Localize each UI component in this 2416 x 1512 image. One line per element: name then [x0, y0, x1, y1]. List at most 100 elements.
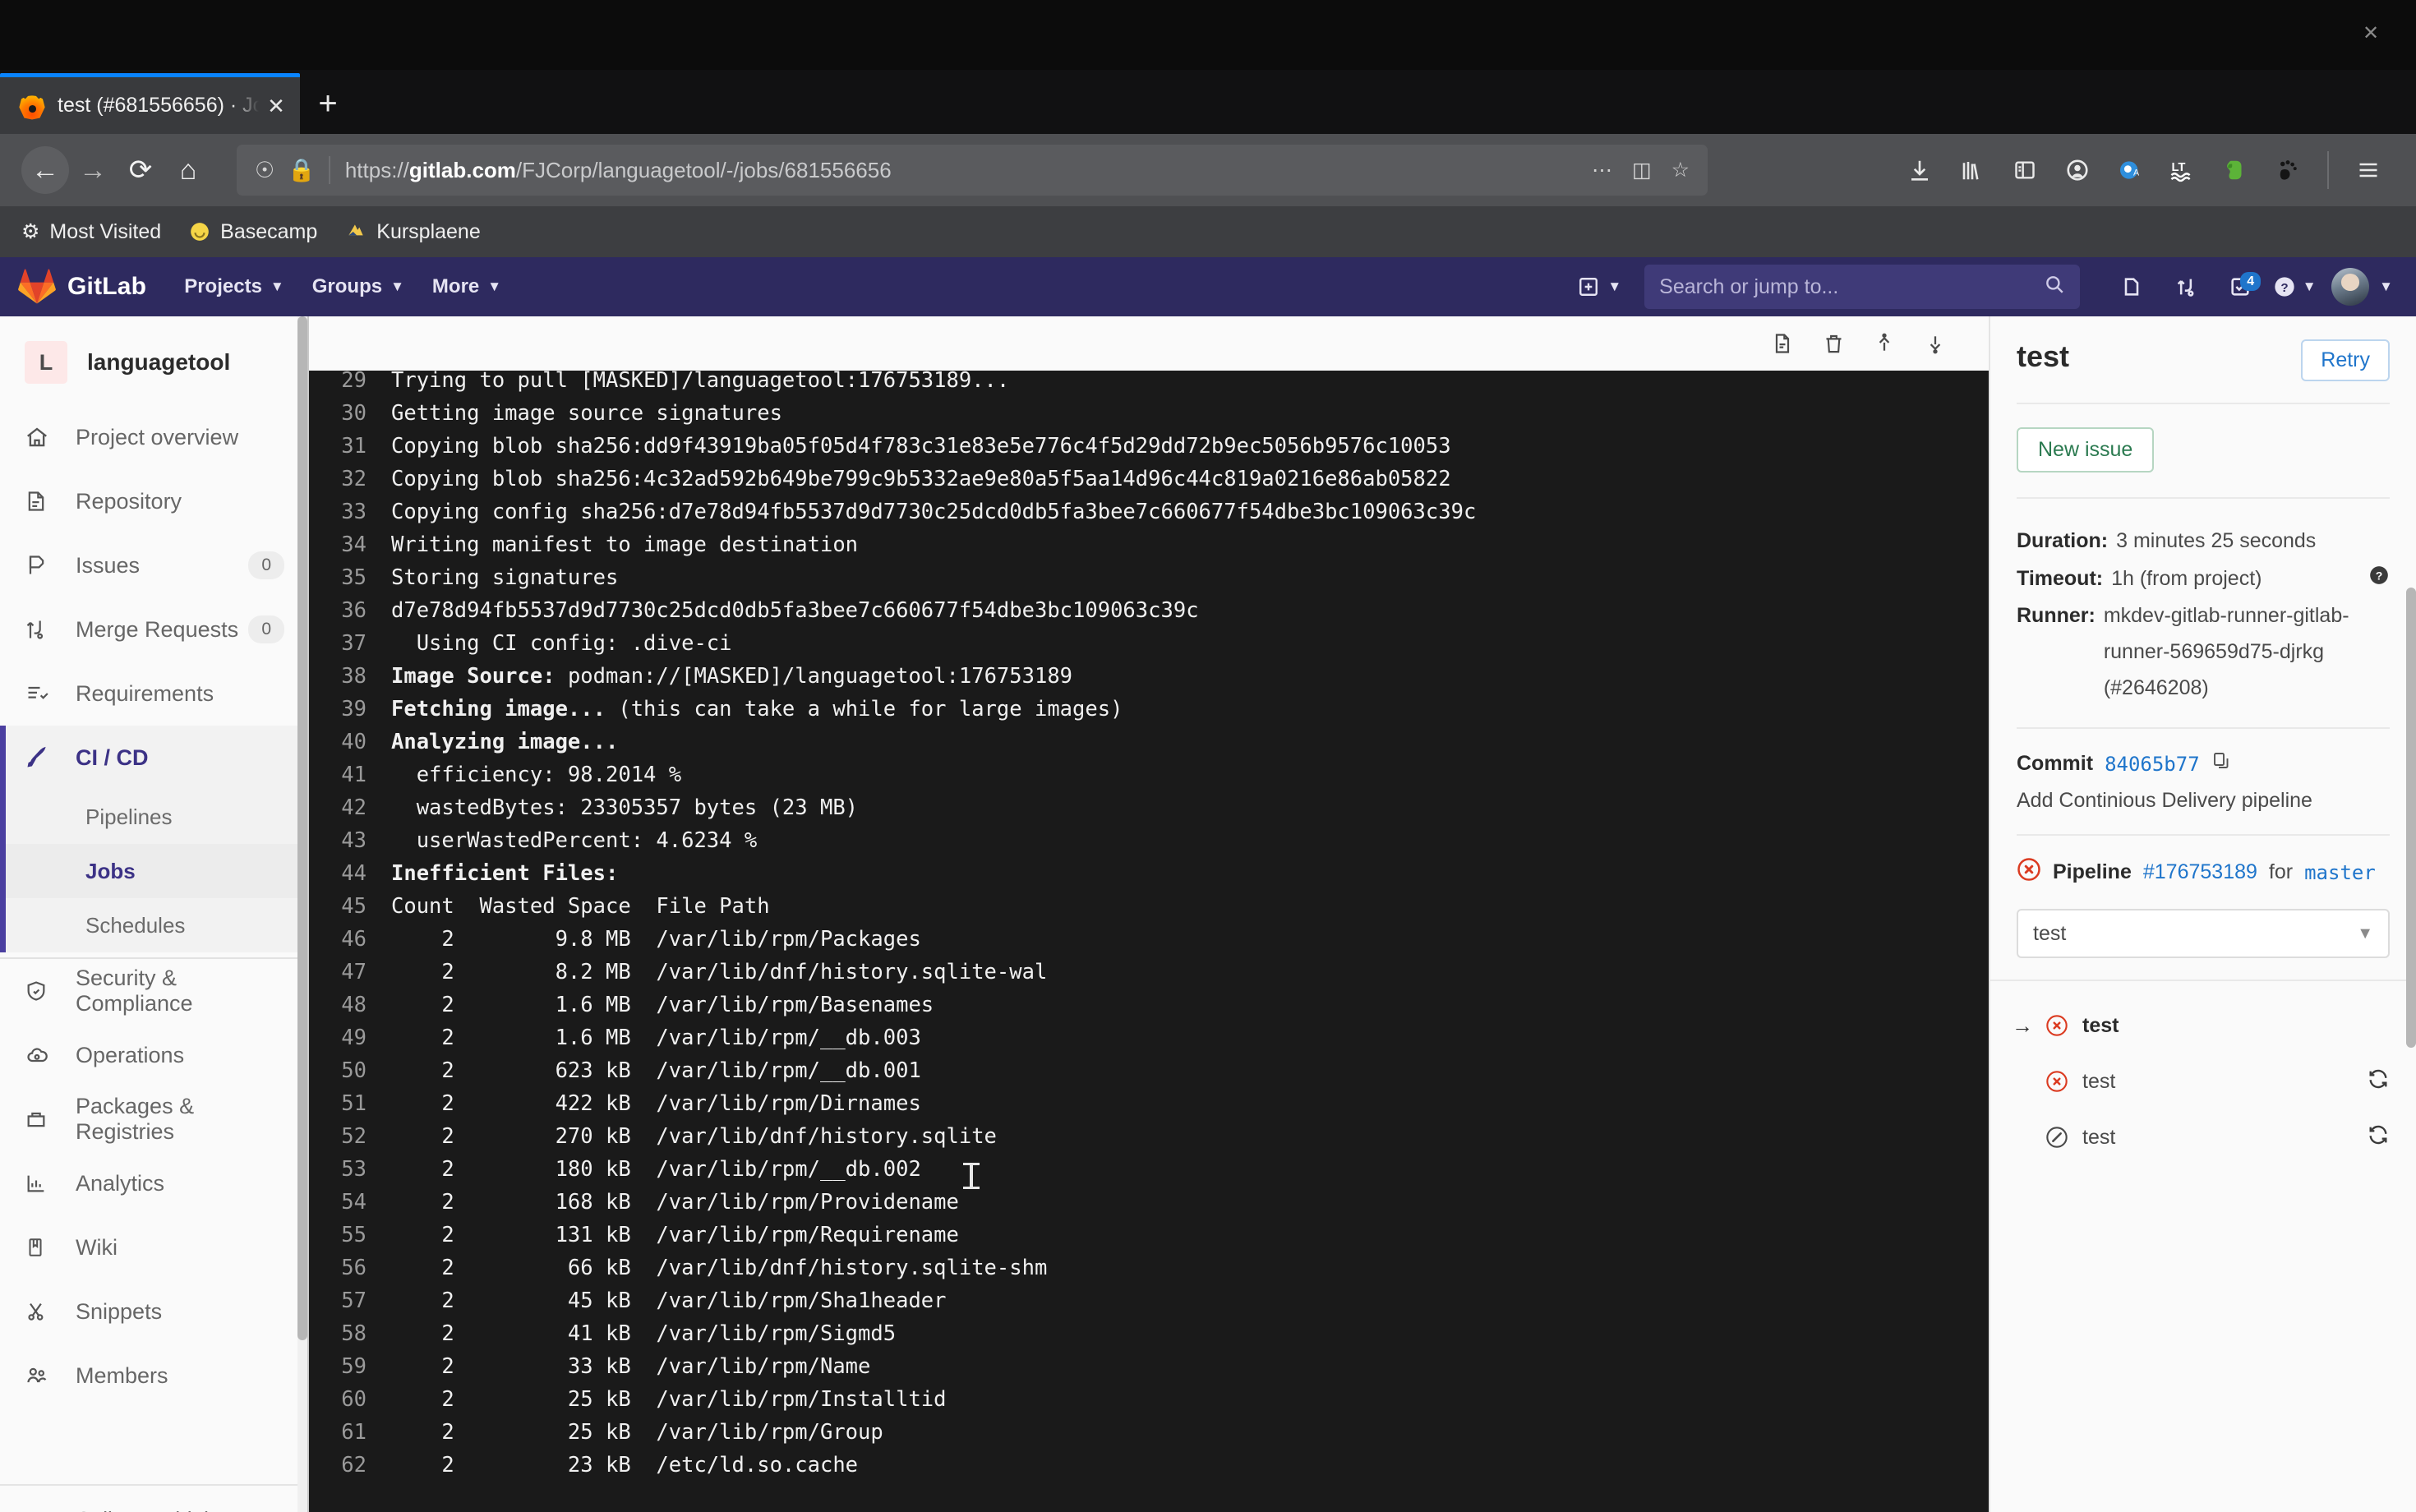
gitlab-logo-icon[interactable]	[18, 269, 56, 305]
erase-log-icon[interactable]	[1808, 320, 1859, 367]
job-list-item[interactable]: test	[1990, 1109, 2416, 1165]
search-input[interactable]: Search or jump to...	[1644, 265, 2081, 309]
sidebar-item-repository[interactable]: Repository	[0, 469, 307, 533]
log-line-text: Trying to pull [MASKED]/languagetool:176…	[391, 371, 1010, 393]
nav-more[interactable]: More ▼	[432, 275, 501, 298]
search-icon[interactable]	[2044, 274, 2065, 301]
nav-groups[interactable]: Groups ▼	[312, 275, 404, 298]
log-line-text: d7e78d94fb5537d9d7730c25dcd0db5fa3bee7c6…	[391, 598, 1199, 623]
sidebar-item-issues[interactable]: Issues 0	[0, 533, 307, 597]
retry-icon[interactable]	[2367, 1123, 2390, 1152]
scroll-bottom-icon[interactable]	[1910, 320, 1961, 367]
sidebar-item-members[interactable]: Members	[0, 1344, 307, 1408]
shield-icon[interactable]: ☉	[255, 158, 274, 183]
reload-icon[interactable]: ⟳	[117, 146, 164, 194]
sidebar-item-wiki[interactable]: Wiki	[0, 1215, 307, 1279]
new-tab-button[interactable]: +	[300, 73, 356, 134]
chevron-down-icon[interactable]: ▼	[2379, 279, 2393, 295]
job-panel-scrollbar[interactable]	[2406, 588, 2416, 1048]
browser-tab[interactable]: test (#681556656) · Jobs ✕	[0, 73, 300, 134]
cloud-gear-icon	[25, 1044, 59, 1067]
forward-icon[interactable]: →	[69, 146, 117, 194]
job-list-item[interactable]: test	[1990, 1053, 2416, 1109]
home-icon	[25, 425, 59, 449]
account-icon[interactable]	[2051, 145, 2104, 195]
commit-sha-link[interactable]: 84065b77	[2105, 753, 2200, 776]
scroll-top-icon[interactable]	[1859, 320, 1910, 367]
issues-count-badge: 0	[248, 551, 284, 579]
downloads-icon[interactable]	[1893, 145, 1946, 195]
sidebar-item-jobs[interactable]: Jobs	[0, 844, 307, 898]
project-header[interactable]: L languagetool	[0, 316, 307, 405]
gear-icon: ⚙	[21, 220, 40, 243]
hamburger-menu-icon[interactable]	[2342, 145, 2395, 195]
sidebar-item-analytics[interactable]: Analytics	[0, 1151, 307, 1215]
lock-icon[interactable]: 🔒	[288, 157, 316, 183]
job-list-item-current[interactable]: → test	[1990, 998, 2416, 1053]
merge-requests-icon[interactable]	[2159, 262, 2213, 311]
retry-button[interactable]: Retry	[2301, 339, 2390, 381]
todos-count-badge: 4	[2240, 272, 2262, 292]
home-icon[interactable]: ⌂	[164, 146, 212, 194]
new-dropdown-button[interactable]: ▼	[1578, 276, 1621, 297]
copy-icon[interactable]	[2211, 750, 2231, 777]
collapse-sidebar-button[interactable]: « Collapse sidebar	[0, 1484, 307, 1512]
sidebar-item-operations[interactable]: Operations	[0, 1023, 307, 1087]
raw-log-icon[interactable]	[1757, 320, 1808, 367]
page-actions-icon[interactable]: ⋯	[1592, 158, 1612, 182]
window-close-icon[interactable]: ✕	[2360, 23, 2381, 44]
status-failed-icon	[2040, 1014, 2074, 1037]
sidebar-item-schedules[interactable]: Schedules	[0, 898, 307, 952]
sidebar-icon[interactable]	[1999, 145, 2051, 195]
stage-select-value: test	[2033, 921, 2067, 945]
help-icon[interactable]: ? ▼	[2267, 262, 2321, 311]
avatar[interactable]	[2331, 268, 2370, 306]
bookmark-basecamp[interactable]: Basecamp	[189, 220, 335, 244]
log-line-number: 34	[341, 532, 367, 557]
sidebar-item-ci-cd[interactable]: CI / CD	[0, 726, 307, 790]
collapse-sidebar-label: Collapse sidebar	[76, 1507, 235, 1512]
new-issue-button[interactable]: New issue	[2017, 427, 2155, 472]
log-toolbar	[309, 316, 1989, 371]
privacy-badger-icon[interactable]: A	[2104, 145, 2156, 195]
merge-requests-count-badge: 0	[248, 615, 284, 643]
job-log-output[interactable]: 28Login Succeeded!29Trying to pull [MASK…	[309, 371, 1989, 1512]
sidebar-item-project-overview[interactable]: Project overview	[0, 405, 307, 469]
log-line: 41 efficiency: 98.2014 %	[309, 758, 1989, 791]
sidebar-scrollbar[interactable]	[297, 316, 307, 1512]
gitlab-wordmark[interactable]: GitLab	[67, 273, 146, 301]
sidebar-item-packages-registries[interactable]: Packages & Registries	[0, 1087, 307, 1151]
reader-mode-icon[interactable]: ◫	[1632, 158, 1652, 182]
current-job-arrow-icon: →	[2012, 1012, 2033, 1038]
bookmark-most-visited[interactable]: ⚙ Most Visited	[21, 219, 179, 244]
todos-icon[interactable]: 4	[2213, 262, 2267, 311]
log-line: 58 2 41 kB /var/lib/rpm/Sigmd5	[309, 1317, 1989, 1350]
log-line: 60 2 25 kB /var/lib/rpm/Installtid	[309, 1383, 1989, 1416]
help-icon[interactable]: ?	[2368, 560, 2390, 597]
bookmark-kursplaene[interactable]: Kursplaene	[345, 220, 498, 244]
evernote-icon[interactable]	[2209, 145, 2262, 195]
log-line-text: 2 131 kB /var/lib/rpm/Requirename	[391, 1223, 959, 1247]
nav-projects[interactable]: Projects ▼	[184, 275, 284, 298]
log-line-text: 2 1.6 MB /var/lib/rpm/Basenames	[391, 993, 934, 1017]
sidebar-item-security-compliance[interactable]: Security & Compliance	[0, 959, 307, 1023]
sidebar-item-requirements[interactable]: Requirements	[0, 662, 307, 726]
log-line: 34 Writing manifest to image destination	[309, 528, 1989, 561]
library-icon[interactable]	[1946, 145, 1999, 195]
retry-icon[interactable]	[2367, 1067, 2390, 1096]
sidebar-item-pipelines[interactable]: Pipelines	[0, 790, 307, 844]
address-bar[interactable]: ☉ 🔒 https://gitlab.com/FJCorp/languageto…	[237, 145, 1708, 196]
browser-tabstrip: test (#681556656) · Jobs ✕ +	[0, 70, 2416, 134]
pipeline-ref-link[interactable]: master	[2304, 861, 2376, 884]
sidebar-item-merge-requests[interactable]: Merge Requests 0	[0, 597, 307, 662]
gnome-icon[interactable]	[2262, 145, 2314, 195]
back-icon[interactable]: ←	[21, 146, 69, 194]
sidebar-item-snippets[interactable]: Snippets	[0, 1279, 307, 1344]
close-icon[interactable]: ✕	[264, 94, 288, 118]
bookmark-star-icon[interactable]: ☆	[1671, 158, 1690, 182]
languagetool-icon[interactable]: LT	[2156, 145, 2209, 195]
issues-icon[interactable]	[2105, 262, 2159, 311]
nav-groups-label: Groups	[311, 275, 383, 297]
stage-select[interactable]: test ▼	[2017, 909, 2390, 958]
pipeline-id-link[interactable]: #176753189	[2143, 860, 2257, 884]
